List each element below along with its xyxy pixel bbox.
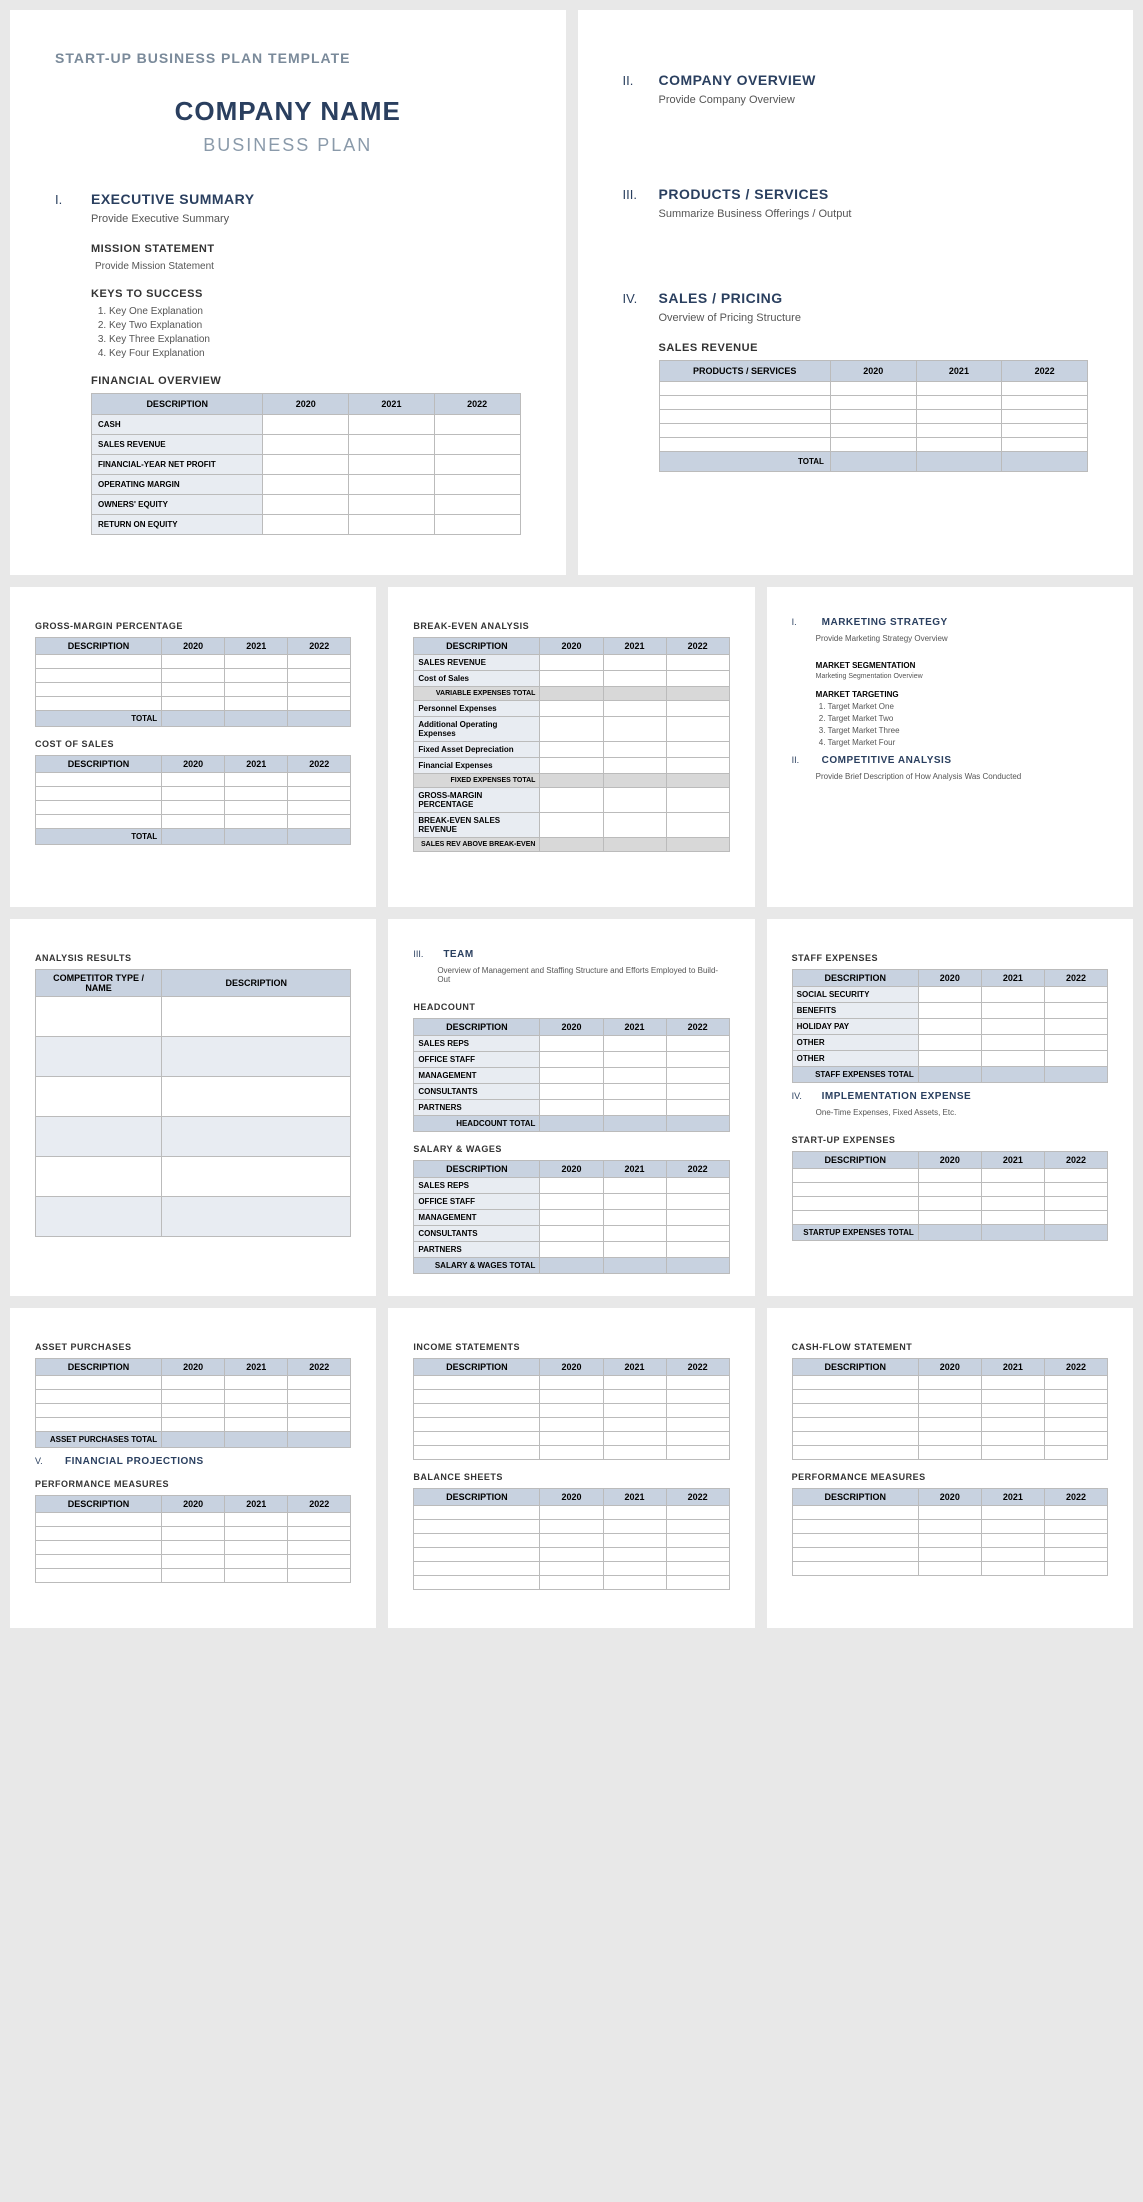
break-even-table: DESCRIPTION202020212022 SALES REVENUE Co… (413, 637, 729, 852)
section-products-services: III. PRODUCTS / SERVICES (623, 186, 1089, 202)
keys-list: Key One Explanation Key Two Explanation … (109, 306, 521, 359)
page-8: STAFF EXPENSES DESCRIPTION202020212022 S… (767, 919, 1133, 1296)
financial-overview-heading: FINANCIAL OVERVIEW (91, 375, 521, 387)
page-2: II. COMPANY OVERVIEW Provide Company Ove… (578, 10, 1134, 575)
balance-sheets-heading: BALANCE SHEETS (413, 1472, 729, 1482)
cash-flow-table: DESCRIPTION202020212022 (792, 1358, 1108, 1460)
page-1: START-UP BUSINESS PLAN TEMPLATE COMPANY … (10, 10, 566, 575)
page-11: CASH-FLOW STATEMENT DESCRIPTION202020212… (767, 1308, 1133, 1628)
performance-measures-table-2: DESCRIPTION202020212022 (792, 1488, 1108, 1576)
page-6: ANALYSIS RESULTS COMPETITOR TYPE / NAMED… (10, 919, 376, 1296)
business-plan-subtitle: BUSINESS PLAN (55, 135, 521, 156)
page-4: BREAK-EVEN ANALYSIS DESCRIPTION202020212… (388, 587, 754, 907)
performance-measures-heading: PERFORMANCE MEASURES (35, 1479, 351, 1489)
section-marketing-strategy: I. MARKETING STRATEGY (792, 617, 1108, 628)
page-3: GROSS-MARGIN PERCENTAGE DESCRIPTION20202… (10, 587, 376, 907)
performance-measures-table: DESCRIPTION202020212022 (35, 1495, 351, 1583)
sales-revenue-table: PRODUCTS / SERVICES202020212022 TOTAL (659, 360, 1089, 472)
financial-overview-table: DESCRIPTION202020212022 CASH SALES REVEN… (91, 393, 521, 535)
market-targeting-heading: MARKET TARGETING (816, 690, 1108, 699)
gross-margin-table: DESCRIPTION202020212022 TOTAL (35, 637, 351, 727)
template-title: START-UP BUSINESS PLAN TEMPLATE (55, 50, 521, 66)
income-statements-table: DESCRIPTION202020212022 (413, 1358, 729, 1460)
page-5: I. MARKETING STRATEGY Provide Marketing … (767, 587, 1133, 907)
balance-sheets-table: DESCRIPTION202020212022 (413, 1488, 729, 1590)
section-implementation-expense: IV. IMPLEMENTATION EXPENSE (792, 1091, 1108, 1102)
headcount-heading: HEADCOUNT (413, 1002, 729, 1012)
headcount-table: DESCRIPTION202020212022 SALES REPS OFFIC… (413, 1018, 729, 1132)
section-financial-projections: V. FINANCIAL PROJECTIONS (35, 1456, 351, 1467)
page-9: ASSET PURCHASES DESCRIPTION202020212022 … (10, 1308, 376, 1628)
company-name: COMPANY NAME (55, 96, 521, 127)
section-competitive-analysis: II. COMPETITIVE ANALYSIS (792, 755, 1108, 766)
startup-expenses-heading: START-UP EXPENSES (792, 1135, 1108, 1145)
section-team: III. TEAM (413, 949, 729, 960)
staff-expenses-table: DESCRIPTION202020212022 SOCIAL SECURITY … (792, 969, 1108, 1083)
asset-purchases-table: DESCRIPTION202020212022 ASSET PURCHASES … (35, 1358, 351, 1448)
gross-margin-heading: GROSS-MARGIN PERCENTAGE (35, 621, 351, 631)
section-sales-pricing: IV. SALES / PRICING (623, 290, 1089, 306)
page-10: INCOME STATEMENTS DESCRIPTION20202021202… (388, 1308, 754, 1628)
mission-statement-heading: MISSION STATEMENT (91, 243, 521, 255)
analysis-results-heading: ANALYSIS RESULTS (35, 953, 351, 963)
sales-revenue-heading: SALES REVENUE (659, 342, 1089, 354)
salary-heading: SALARY & WAGES (413, 1144, 729, 1154)
salary-table: DESCRIPTION202020212022 SALES REPS OFFIC… (413, 1160, 729, 1274)
market-segmentation-heading: MARKET SEGMENTATION (816, 661, 1108, 670)
startup-expenses-table: DESCRIPTION202020212022 STARTUP EXPENSES… (792, 1151, 1108, 1241)
cost-of-sales-heading: COST OF SALES (35, 739, 351, 749)
keys-heading: KEYS TO SUCCESS (91, 288, 521, 300)
asset-purchases-heading: ASSET PURCHASES (35, 1342, 351, 1352)
section-company-overview: II. COMPANY OVERVIEW (623, 72, 1089, 88)
section-executive-summary: I. EXECUTIVE SUMMARY (55, 191, 521, 207)
cash-flow-heading: CASH-FLOW STATEMENT (792, 1342, 1108, 1352)
performance-measures-heading-2: PERFORMANCE MEASURES (792, 1472, 1108, 1482)
staff-expenses-heading: STAFF EXPENSES (792, 953, 1108, 963)
analysis-results-table: COMPETITOR TYPE / NAMEDESCRIPTION (35, 969, 351, 1237)
market-targeting-list: Target Market One Target Market Two Targ… (828, 702, 1108, 747)
break-even-heading: BREAK-EVEN ANALYSIS (413, 621, 729, 631)
cost-of-sales-table: DESCRIPTION202020212022 TOTAL (35, 755, 351, 845)
page-7: III. TEAM Overview of Management and Sta… (388, 919, 754, 1296)
income-statements-heading: INCOME STATEMENTS (413, 1342, 729, 1352)
